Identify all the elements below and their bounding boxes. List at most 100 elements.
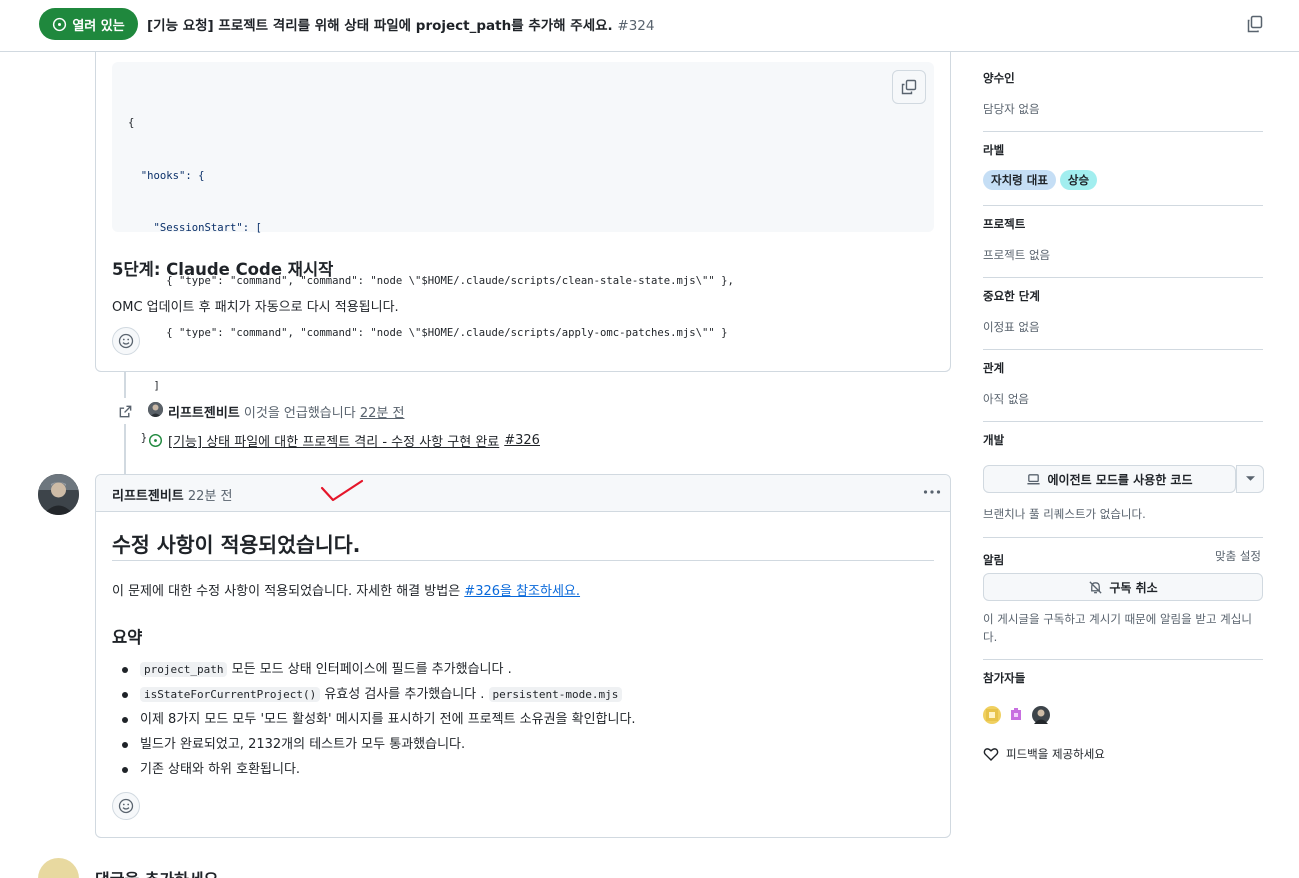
customize-notifications-link[interactable]: 맞춤 설정 [1215,548,1261,564]
inline-code: project_path [140,662,228,677]
unsubscribe-button[interactable]: 구독 취소 [983,573,1263,601]
issue-sticky-header: 열려 있는 [기능 요청] 프로젝트 격리를 위해 상태 파일에 project… [0,0,1299,52]
issue-state-label: 열려 있는 [72,18,125,34]
referenced-pr-title[interactable]: [기능] 상태 파일에 대한 프로젝트 격리 - 수정 사항 구현 완료 [168,431,499,450]
notification-note-line: 이 게시글을 구독하고 계시기 때문에 알림을 받고 계십니 [983,612,1252,626]
code-line: { "type": "command", "command": "node \"… [128,327,728,339]
issue-state-badge: 열려 있는 [39,8,138,40]
avatar[interactable] [1032,706,1050,724]
code-line: "SessionStart": [ [128,222,262,234]
comment-author-line: 리프트젠비트 22분 전 [112,485,233,504]
heart-icon [983,748,999,761]
participants-heading: 참가자들 [983,671,1026,685]
timeline-time[interactable]: 22분 전 [360,406,405,421]
sidebar-divider [983,349,1263,350]
label-chip[interactable]: 상승 [1059,170,1098,190]
comment-paragraph: 이 문제에 대한 수정 사항이 적용되었습니다. 자세한 해결 방법은 #326… [112,580,580,599]
projects-value: 프로젝트 없음 [983,248,1051,262]
sidebar-relationships[interactable]: 관계 아직 없음 [983,360,1263,407]
relationships-value: 아직 없음 [983,392,1029,406]
referenced-pr-number[interactable]: #326 [504,433,540,448]
referenced-pr[interactable]: [기능] 상태 파일에 대한 프로젝트 격리 - 수정 사항 구현 완료 #32… [148,431,540,450]
feedback-link[interactable]: 피드백을 제공하세요 [983,746,1263,762]
paragraph-text: 이 문제에 대한 수정 사항이 적용되었습니다. 자세한 해결 방법은 [112,584,461,599]
development-note: 브랜치나 풀 리퀘스트가 없습니다. [983,507,1146,521]
code-line: ] [128,379,160,392]
development-heading[interactable]: 개발 [983,432,1263,448]
projects-heading[interactable]: 프로젝트 [983,216,1263,232]
comment-time[interactable]: 22분 전 [188,489,233,504]
copy-link-icon[interactable] [1245,14,1265,34]
red-check-annotation [320,479,364,502]
issue-open-icon [148,433,163,448]
list-item: isStateForCurrentProject() 유효성 검사를 추가했습니… [120,684,636,709]
notification-note: 이 게시글을 구독하고 계시기 때문에 알림을 받고 계십니 다. [983,610,1263,646]
label-chip[interactable]: 자치령 대표 [983,170,1056,190]
sidebar-divider [983,277,1263,278]
avatar[interactable] [1007,706,1025,724]
sidebar-projects[interactable]: 프로젝트 프로젝트 없음 [983,216,1263,263]
list-item: 이제 8가지 모드 모두 '모드 활성화' 메시지를 표시하기 전에 프로젝트 … [120,709,636,734]
list-item: 빌드가 완료되었고, 2132개의 테스트가 모두 통과했습니다. [120,734,636,759]
laptop-icon [1027,473,1041,484]
comment-author[interactable]: 리프트젠비트 [112,489,184,504]
labels-heading[interactable]: 라벨 [983,142,1263,158]
step-paragraph: OMC 업데이트 후 패치가 자동으로 다시 적용됩니다. [112,300,399,315]
milestone-value: 이정표 없음 [983,320,1040,334]
bell-slash-icon [1089,580,1102,594]
sidebar-divider [983,131,1263,132]
copy-icon [901,79,917,95]
avatar [38,858,79,878]
timeline-author[interactable]: 리프트젠비트 [168,406,240,421]
timeline-action: 이것을 언급했습니다 [243,406,356,421]
add-reaction-button[interactable] [112,792,140,820]
avatar[interactable] [983,706,1001,724]
add-reaction-button[interactable] [112,327,140,355]
list-item-text: 유효성 검사를 추가했습니다 . [324,687,485,702]
cross-reference-icon [112,398,138,424]
smiley-icon [118,798,134,814]
inline-code: persistent-mode.mjs [488,687,623,702]
sidebar-divider [983,421,1263,422]
list-item: 기존 상태와 하위 호환됩니다. [120,759,636,784]
issue-title: [기능 요청] 프로젝트 격리를 위해 상태 파일에 project_path를… [147,14,655,34]
issue-title-text: [기능 요청] 프로젝트 격리를 위해 상태 파일에 project_path를… [147,18,613,34]
sidebar-labels[interactable]: 라벨 자치령 대표 상승 [983,142,1263,190]
sidebar-divider [983,659,1263,660]
avatar[interactable] [148,402,163,417]
sidebar-development: 개발 [983,432,1263,448]
inline-code: isStateForCurrentProject() [140,687,321,702]
issue-number: #324 [617,18,655,34]
milestone-heading[interactable]: 중요한 단계 [983,288,1263,304]
issue-open-icon [53,17,67,31]
sidebar-assignees[interactable]: 양수인 담당자 없음 [983,70,1263,117]
more-options-icon[interactable] [921,483,943,501]
sidebar-divider [983,537,1263,538]
pr-link[interactable]: #326을 참조하세요. [464,584,580,599]
feedback-label: 피드백을 제공하세요 [1006,747,1105,761]
sidebar-divider [983,205,1263,206]
sidebar-milestone[interactable]: 중요한 단계 이정표 없음 [983,288,1263,335]
add-comment-heading: 댓글을 추가하세요 [95,866,218,878]
step-heading: 5단계: Claude Code 재시작 [112,260,334,279]
list-item-text: 모든 모드 상태 인터페이스에 필드를 추가했습니다 . [231,662,512,677]
code-line: { [128,117,135,129]
smiley-icon [118,333,134,349]
agent-code-button[interactable]: 에이전트 모드를 사용한 코드 [983,465,1236,493]
assignees-value: 담당자 없음 [983,102,1040,116]
agent-code-dropdown[interactable] [1236,465,1264,493]
code-line: "hooks": { [128,169,205,182]
timeline-mention: 리프트젠비트 이것을 언급했습니다 22분 전 [168,402,404,421]
unsubscribe-label: 구독 취소 [1109,580,1158,595]
chevron-down-icon [1245,476,1255,481]
heading-divider [112,560,934,561]
relationships-heading[interactable]: 관계 [983,360,1263,376]
summary-list: project_path 모든 모드 상태 인터페이스에 필드를 추가했습니다 … [120,659,636,784]
avatar[interactable] [38,474,79,515]
comment-heading: 수정 사항이 적용되었습니다. [112,533,361,557]
list-item: project_path 모든 모드 상태 인터페이스에 필드를 추가했습니다 … [120,659,636,684]
summary-heading: 요약 [112,628,143,647]
notification-note-line: 다. [983,630,998,644]
copy-code-button[interactable] [892,70,926,104]
assignees-heading[interactable]: 양수인 [983,70,1263,86]
